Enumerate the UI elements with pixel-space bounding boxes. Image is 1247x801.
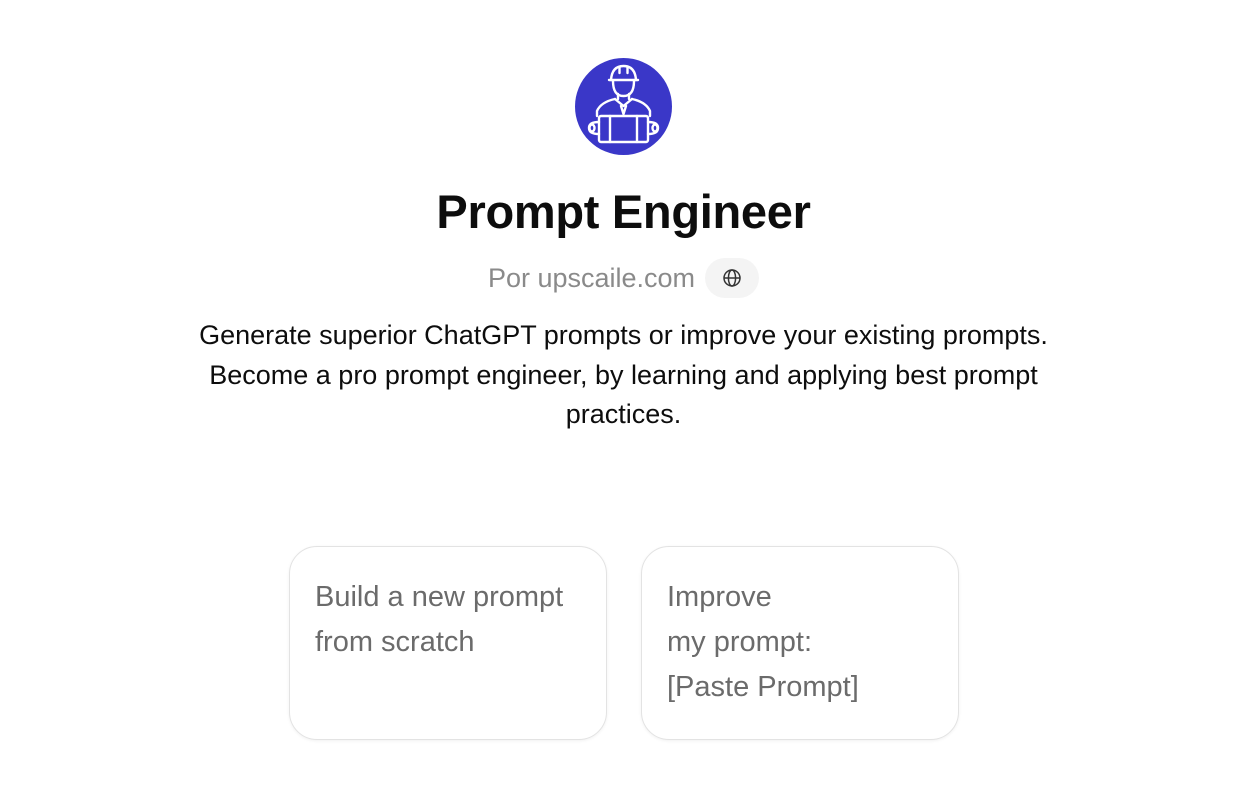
gpt-landing: Prompt Engineer Por upscaile.com Generat…	[0, 0, 1247, 801]
starter-label: Improve my prompt: [Paste Prompt]	[667, 581, 859, 703]
gpt-description: Generate superior ChatGPT prompts or imp…	[199, 320, 1048, 429]
gpt-byline: Por upscaile.com	[0, 258, 1247, 298]
conversation-starter-build-new-prompt[interactable]: Build a new prompt from scratch	[289, 546, 607, 740]
gpt-avatar	[575, 58, 672, 155]
gpt-title: Prompt Engineer	[436, 185, 811, 238]
starter-label: Build a new prompt from scratch	[315, 581, 564, 658]
conversation-starter-improve-prompt[interactable]: Improve my prompt: [Paste Prompt]	[641, 546, 959, 740]
engineer-with-hardhat-icon	[587, 64, 660, 144]
author-label: Por upscaile.com	[487, 263, 696, 293]
website-link-button[interactable]	[705, 258, 760, 298]
globe-icon	[723, 269, 741, 287]
